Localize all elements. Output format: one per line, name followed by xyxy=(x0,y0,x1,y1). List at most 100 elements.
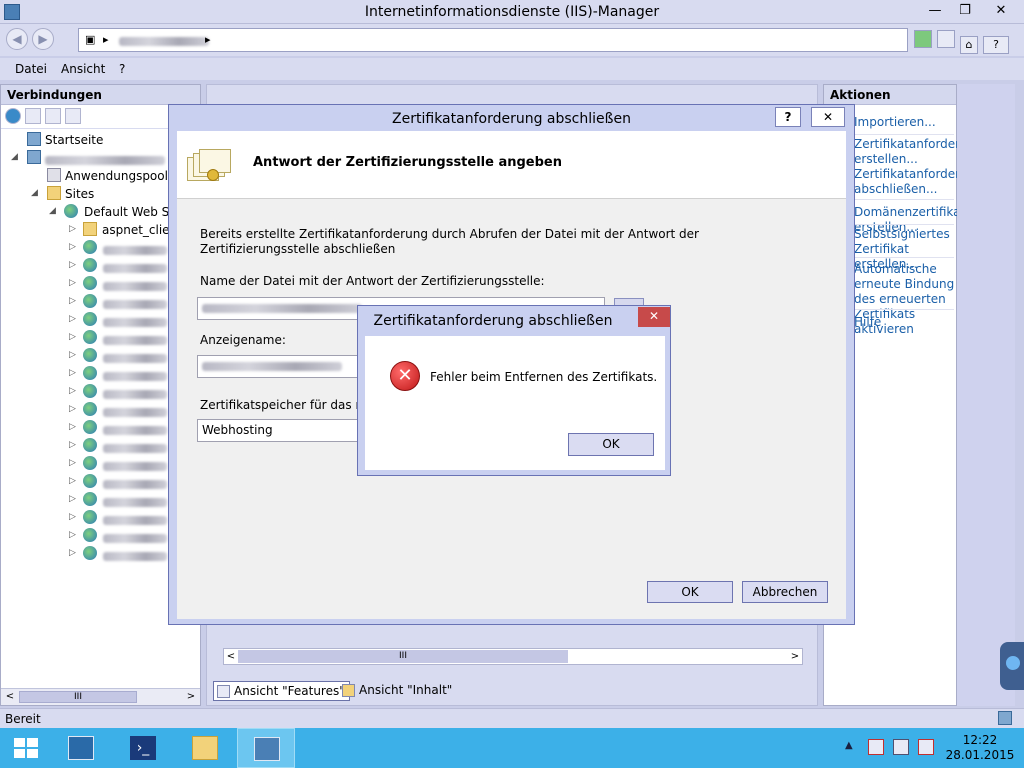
expand-icon[interactable]: ▷ xyxy=(69,440,76,450)
expand-icon[interactable]: ▷ xyxy=(69,404,76,414)
divider xyxy=(854,199,954,200)
website-globe-icon xyxy=(83,240,97,254)
dialog-ok-button[interactable]: OK xyxy=(647,581,733,603)
save-icon[interactable] xyxy=(25,108,41,124)
stop-icon[interactable] xyxy=(937,30,955,48)
action-center-icon[interactable] xyxy=(868,739,884,755)
divider xyxy=(854,134,954,135)
refresh-icon[interactable] xyxy=(914,30,932,48)
error-close-button[interactable]: ✕ xyxy=(638,307,670,327)
home-icon[interactable]: ⌂ xyxy=(960,36,978,54)
expand-icon[interactable]: ▷ xyxy=(69,386,76,396)
website-globe-icon xyxy=(83,366,97,380)
expand-icon[interactable]: ▷ xyxy=(69,368,76,378)
expand-icon[interactable]: ▷ xyxy=(69,458,76,468)
taskbar-powershell[interactable]: ›_ xyxy=(114,728,172,768)
collapse-icon[interactable]: ◢ xyxy=(11,152,18,162)
expand-icon[interactable]: ▷ xyxy=(69,332,76,342)
action-complete-request[interactable]: Zertifikatanforderung abschließen... xyxy=(854,167,983,197)
website-globe-icon xyxy=(83,438,97,452)
scroll-left-button[interactable]: < xyxy=(3,690,17,704)
sites-folder-icon xyxy=(47,186,61,200)
scroll-right-button[interactable]: > xyxy=(788,649,802,664)
scroll-right-button[interactable]: > xyxy=(184,690,198,704)
remote-support-handle[interactable] xyxy=(1000,642,1024,690)
expand-icon[interactable]: ▷ xyxy=(69,278,76,288)
taskbar-clock[interactable]: 12:22 28.01.2015 xyxy=(940,733,1020,763)
iis-manager-icon xyxy=(254,737,280,761)
taskbar-server-manager[interactable] xyxy=(52,728,110,768)
expand-icon[interactable]: ▷ xyxy=(69,494,76,504)
powershell-icon: ›_ xyxy=(130,736,156,760)
back-button[interactable]: ◀ xyxy=(6,28,28,50)
connect-server-icon[interactable] xyxy=(65,108,81,124)
expand-icon[interactable]: ▷ xyxy=(69,350,76,360)
website-globe-icon xyxy=(83,330,97,344)
expand-icon[interactable]: ▷ xyxy=(69,314,76,324)
action-import[interactable]: Importieren... xyxy=(854,115,936,130)
expand-icon[interactable]: ▷ xyxy=(69,530,76,540)
close-window-button[interactable]: ✕ xyxy=(980,0,1022,22)
connections-hscrollbar[interactable]: < III > xyxy=(1,688,200,705)
server-name-blurred xyxy=(45,154,165,168)
website-globe-icon xyxy=(83,276,97,290)
expand-icon[interactable]: ▷ xyxy=(69,512,76,522)
display-name-input[interactable] xyxy=(197,355,377,378)
website-globe-icon xyxy=(83,456,97,470)
start-button[interactable] xyxy=(0,728,58,768)
scroll-left-button[interactable]: < xyxy=(224,649,238,664)
forward-button[interactable]: ▶ xyxy=(32,28,54,50)
taskbar-file-explorer[interactable] xyxy=(176,728,234,768)
minimize-button[interactable]: — xyxy=(920,0,950,22)
tray-overflow-arrow[interactable]: ▲ xyxy=(845,740,853,751)
tab-features-view[interactable]: Ansicht "Features" xyxy=(213,681,350,701)
window-title: Internetinformationsdienste (IIS)-Manage… xyxy=(364,4,660,20)
collapse-icon[interactable]: ◢ xyxy=(31,188,38,198)
action-help[interactable]: Hilfe xyxy=(854,315,881,330)
tab-content-view[interactable]: Ansicht "Inhalt" xyxy=(339,681,456,701)
expand-icon[interactable]: ▷ xyxy=(69,224,76,234)
expand-icon[interactable]: ▷ xyxy=(69,242,76,252)
error-message-box: Zertifikatanforderung abschließen ✕ ✕ Fe… xyxy=(357,305,671,476)
error-icon: ✕ xyxy=(390,361,420,391)
up-icon[interactable] xyxy=(45,108,61,124)
expand-icon[interactable]: ▷ xyxy=(69,296,76,306)
website-globe-icon xyxy=(83,384,97,398)
maximize-button[interactable]: ❐ xyxy=(950,0,980,22)
scroll-thumb[interactable]: III xyxy=(238,650,568,663)
connect-icon[interactable] xyxy=(5,108,21,124)
website-globe-icon xyxy=(83,348,97,362)
certificate-icon xyxy=(187,149,231,185)
address-bar[interactable]: ▣ ▸ ▸ xyxy=(78,28,908,52)
breadcrumb-separator: ▸ xyxy=(103,33,109,46)
menu-help[interactable]: ? xyxy=(119,62,125,76)
menu-datei[interactable]: Datei xyxy=(15,62,47,76)
taskbar-iis-manager[interactable] xyxy=(237,728,295,768)
menu-ansicht[interactable]: Ansicht xyxy=(61,62,105,76)
expand-icon[interactable]: ▷ xyxy=(69,260,76,270)
expand-icon[interactable]: ▷ xyxy=(69,548,76,558)
error-dialog-body: ✕ Fehler beim Entfernen des Zertifikats.… xyxy=(365,336,665,470)
error-ok-button[interactable]: OK xyxy=(568,433,654,456)
collapse-icon[interactable]: ◢ xyxy=(49,206,56,216)
scroll-thumb[interactable]: III xyxy=(19,691,137,703)
website-globe-icon xyxy=(83,420,97,434)
divider xyxy=(854,224,954,225)
menu-bar: Datei Ansicht ? xyxy=(0,58,1024,80)
website-globe-icon xyxy=(83,510,97,524)
help-icon[interactable]: ? xyxy=(983,36,1009,54)
expand-icon[interactable]: ▷ xyxy=(69,422,76,432)
website-globe-icon xyxy=(83,402,97,416)
dialog-cancel-button[interactable]: Abbrechen xyxy=(742,581,828,603)
dialog-close-button[interactable]: ✕ xyxy=(811,107,845,127)
network-icon[interactable] xyxy=(893,739,909,755)
server-name-blurred xyxy=(119,36,209,49)
dialog-help-button[interactable]: ? xyxy=(775,107,801,127)
clock-time: 12:22 xyxy=(962,733,998,747)
features-hscrollbar[interactable]: < III > xyxy=(223,648,803,665)
action-create-request[interactable]: Zertifikatanforderung erstellen... xyxy=(854,137,983,167)
expand-icon[interactable]: ▷ xyxy=(69,476,76,486)
volume-muted-icon[interactable] xyxy=(918,739,934,755)
folder-icon xyxy=(83,222,97,236)
certificate-store-select[interactable]: Webhosting xyxy=(197,419,377,442)
